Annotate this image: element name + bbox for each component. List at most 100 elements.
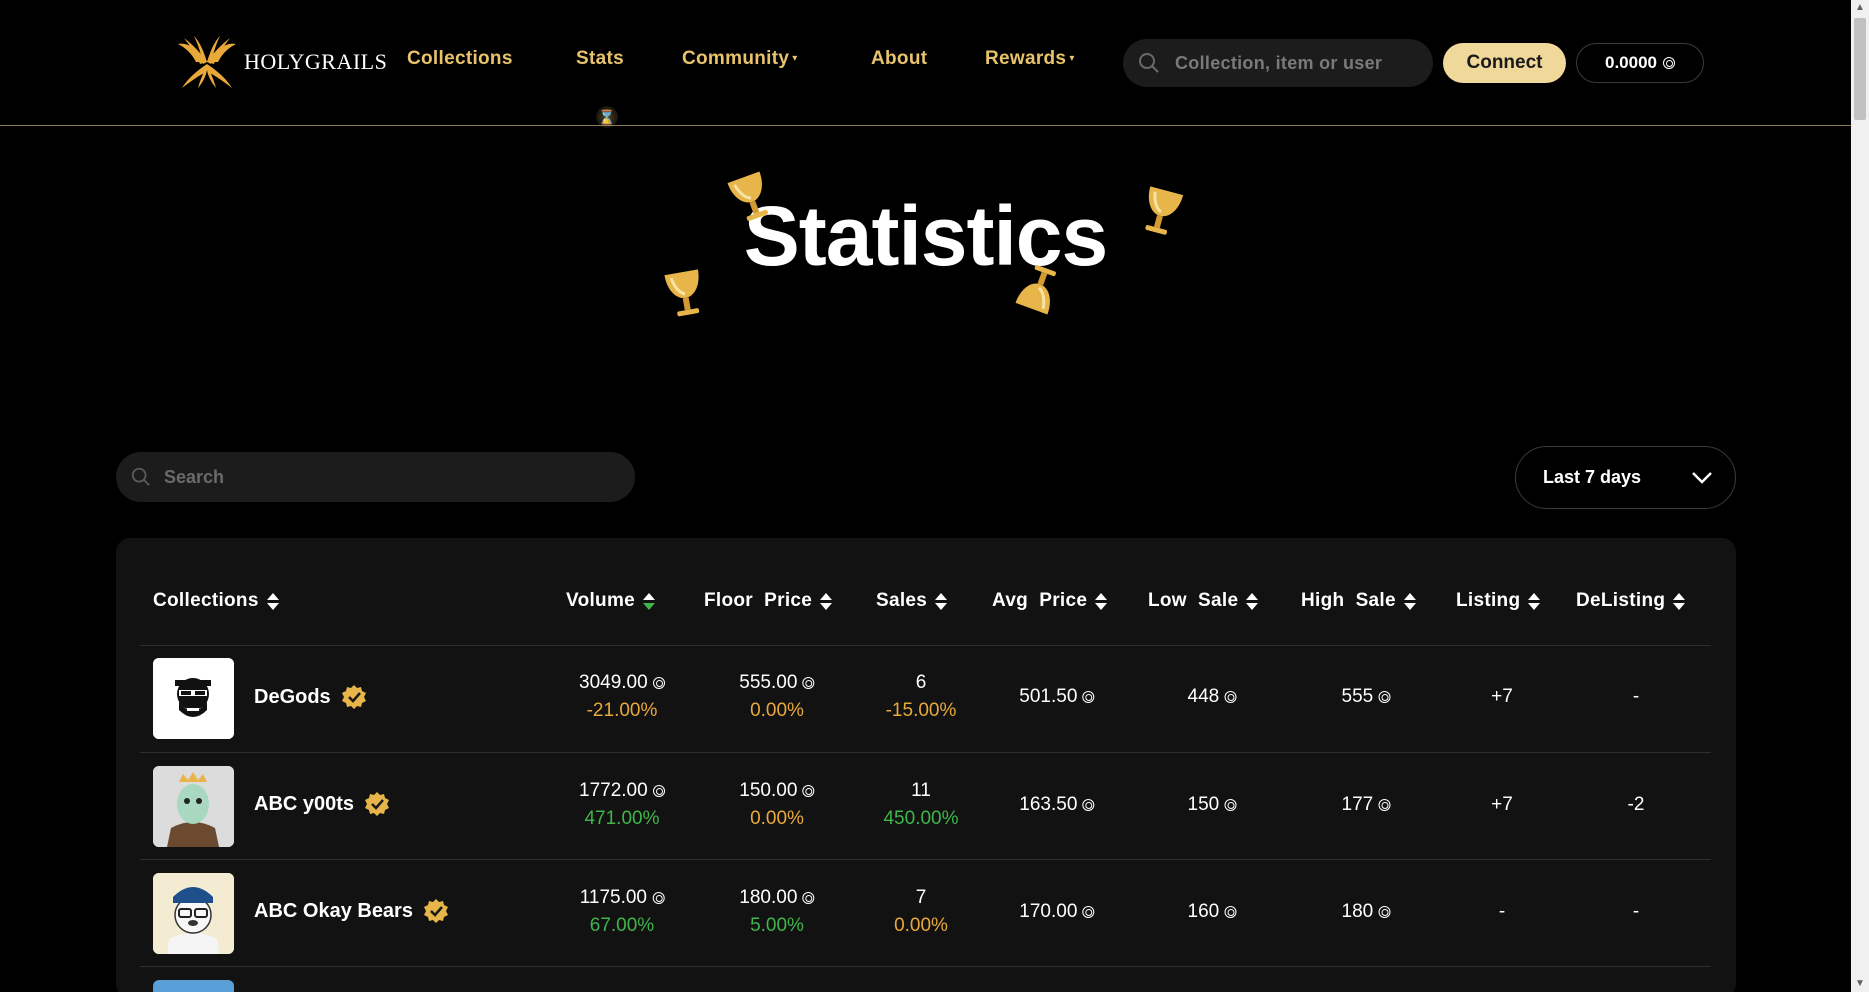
sort-icon [266,592,279,610]
nav-about[interactable]: About [871,48,927,70]
floor-cell: 555.00 0.00% [739,669,815,725]
listing-value: +7 [1491,686,1513,707]
low-sale-cell: 150 [1188,791,1237,819]
low-sale-value: 160 [1187,901,1220,922]
nav-community[interactable]: Community ▾ [682,48,798,70]
avg-price-value: 501.50 [1019,686,1078,707]
volume-value: 3049.00 [579,672,648,693]
volume-change: 67.00% [589,915,655,936]
nav-rewards-label: Rewards [985,48,1067,69]
coin-icon [802,891,815,904]
row-divider [140,645,1711,646]
coin-icon [1082,798,1095,811]
header-floor-price[interactable]: Floor Price [704,590,833,612]
sales-cell: 7 0.00% [894,884,948,940]
balance-value: 0.0000 [1605,53,1657,72]
nav-rewards[interactable]: Rewards ▾ [985,48,1075,70]
collection-avatar[interactable] [153,873,234,954]
high-sale-cell: 177 [1342,791,1391,819]
collection-avatar[interactable] [153,766,234,847]
scrollbar-thumb[interactable] [1854,18,1866,120]
header-avg-price-label: Avg Price [992,590,1088,611]
coin-icon [802,784,815,797]
degods-avatar-image [153,658,234,739]
header-delisting[interactable]: DeListing [1576,590,1686,612]
avg-price-value: 163.50 [1019,794,1078,815]
volume-change: -21.00% [586,700,658,721]
coin-icon [1378,690,1391,703]
trophy-icon [664,269,700,317]
wallet-balance[interactable]: 0.0000 [1576,43,1704,83]
delisting-value: - [1632,686,1640,707]
coin-icon [652,891,665,904]
coin-icon [1663,57,1675,69]
avg-price-cell: 170.00 [1019,898,1095,926]
search-icon [131,467,150,486]
period-dropdown[interactable]: Last 7 days [1515,446,1736,509]
collection-search-input[interactable]: Search [116,452,635,502]
sort-icon [643,592,656,610]
header-low-sale[interactable]: Low Sale [1148,590,1259,612]
collection-search-placeholder: Search [164,466,225,487]
sales-change: 450.00% [883,808,959,829]
sales-cell: 11 450.00% [883,777,958,833]
hourglass-icon: ⌛ [596,106,618,128]
floor-value: 150.00 [739,780,798,801]
scroll-up-arrow-icon[interactable]: ▲ [1851,0,1869,16]
coin-icon [1224,798,1237,811]
low-sale-cell: 448 [1188,683,1237,711]
floor-change: 5.00% [750,915,804,936]
header-delisting-label: DeListing [1576,590,1666,611]
header-volume[interactable]: Volume [566,590,656,612]
nav-stats[interactable]: Stats [576,48,624,70]
header-collections[interactable]: Collections [153,590,279,612]
page-scrollbar[interactable]: ▲ ▼ [1851,0,1869,992]
volume-cell: 1175.00 67.00% [580,884,665,940]
coin-icon [1224,690,1237,703]
global-search-input[interactable]: Collection, item or user [1123,39,1433,87]
scroll-down-arrow-icon[interactable]: ▼ [1851,976,1869,992]
header-floor-price-label: Floor Price [704,590,813,611]
nav-collections[interactable]: Collections [407,48,513,70]
collection-name[interactable]: DeGods [254,684,367,710]
avg-price-cell: 501.50 [1019,683,1095,711]
collection-avatar[interactable] [153,980,234,992]
brand-logo[interactable]: HOLYGRAILS [176,34,387,90]
high-sale-cell: 180 [1342,898,1391,926]
sales-change: 0.00% [894,915,948,936]
collection-name[interactable]: ABC y00ts [254,791,390,817]
connect-wallet-button[interactable]: Connect [1443,43,1566,83]
sales-value: 6 [915,672,927,693]
avg-price-cell: 163.50 [1019,791,1095,819]
header-sales[interactable]: Sales [876,590,948,612]
collection-avatar[interactable] [153,658,234,739]
coin-icon [1378,905,1391,918]
header-avg-price[interactable]: Avg Price [992,590,1108,612]
search-icon [1139,53,1159,73]
chevron-down-icon [1692,471,1712,484]
collection-name-text: ABC y00ts [254,792,355,815]
delisting-value: -2 [1627,794,1645,815]
header-low-sale-label: Low Sale [1148,590,1239,611]
period-selected-value: Last 7 days [1543,467,1642,487]
header-sales-label: Sales [876,590,928,611]
delisting-value: - [1632,901,1640,922]
collection-name-text: DeGods [254,685,331,708]
header-collections-label: Collections [153,590,259,611]
nav-community-label: Community [682,48,790,69]
header-listing[interactable]: Listing [1456,590,1541,612]
coin-icon [1082,690,1095,703]
verified-badge-icon [341,685,366,709]
coin-icon [1224,905,1237,918]
okay-bears-avatar-image [153,873,234,954]
header-high-sale[interactable]: High Sale [1301,590,1416,612]
high-sale-value: 555 [1341,686,1374,707]
sort-icon [1246,592,1259,610]
high-sale-value: 177 [1341,794,1374,815]
header-listing-label: Listing [1456,590,1521,611]
brand-name: HOLYGRAILS [244,49,388,74]
collection-name[interactable]: ABC Okay Bears [254,898,449,924]
verified-badge-icon [423,899,448,923]
global-search-placeholder: Collection, item or user [1175,52,1383,73]
row-divider [140,966,1711,967]
